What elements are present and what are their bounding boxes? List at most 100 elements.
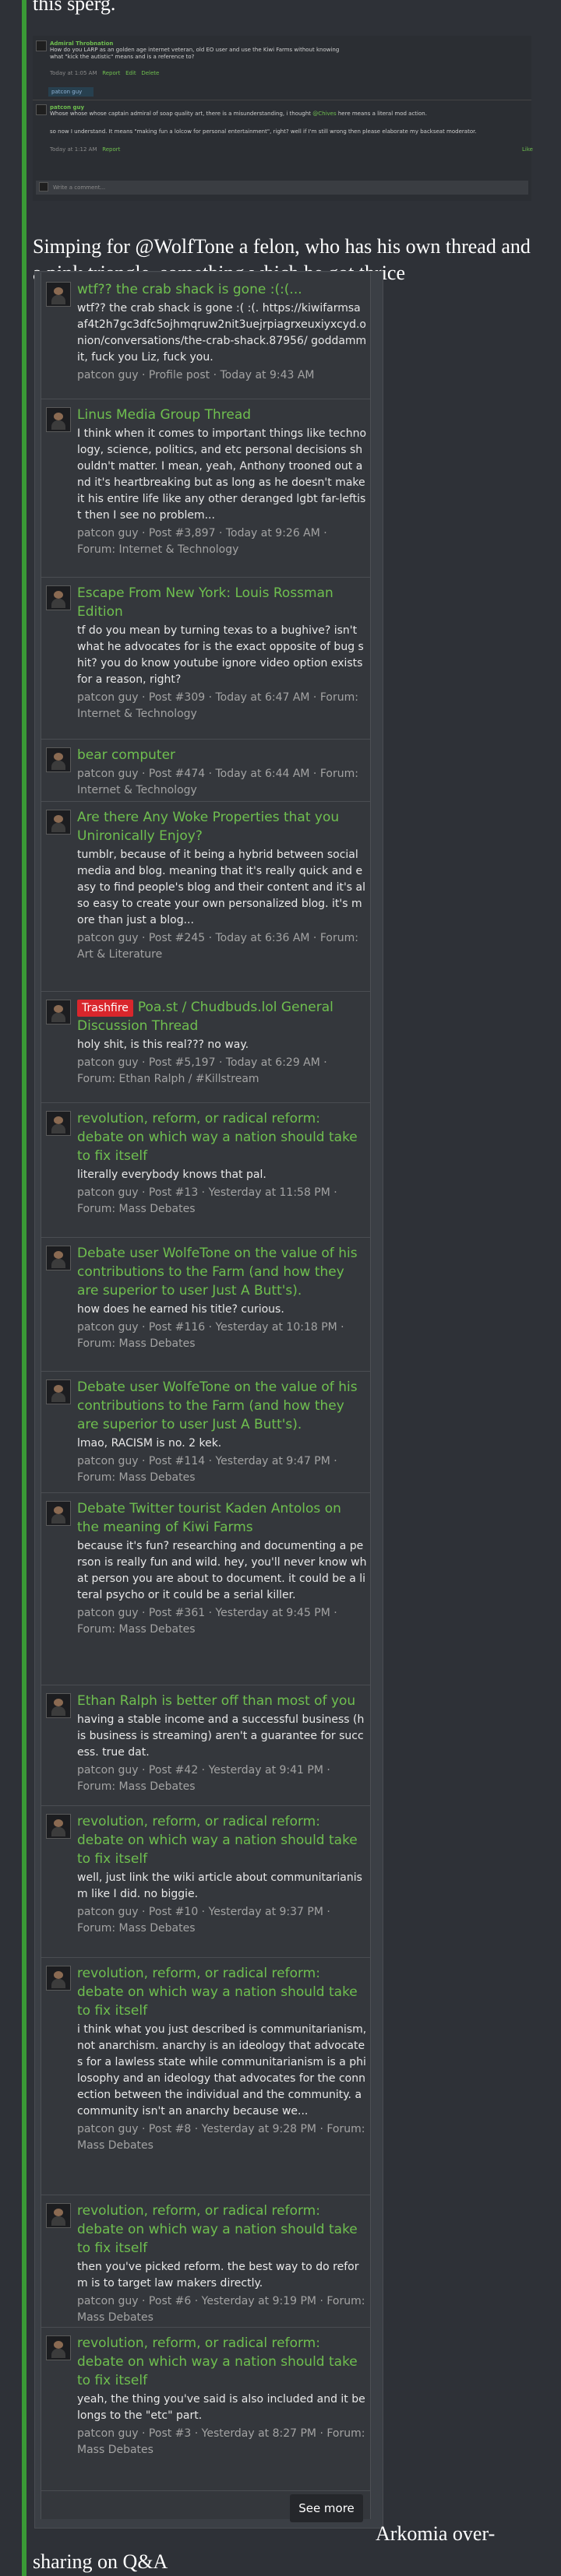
next-section-text: Arkomia over- [376,2522,496,2545]
avatar[interactable] [46,1246,71,1270]
result-title[interactable]: Debate user WolfeTone on the value of hi… [77,1378,367,1434]
result-title[interactable]: revolution, reform, or radical reform: d… [77,1964,367,2020]
search-result-item[interactable]: Debate Twitter tourist Kaden Antolos on … [41,1493,370,1685]
result-title[interactable]: revolution, reform, or radical reform: d… [77,2202,367,2258]
comment-input[interactable]: Write a comment... [36,181,528,195]
mention-tag[interactable]: patcon guy [48,87,94,97]
avatar [39,182,48,192]
result-title[interactable]: Debate user WolfeTone on the value of hi… [77,1244,367,1300]
delete-link[interactable]: Delete [141,70,159,76]
search-result-item[interactable]: Are there Any Woke Properties that you U… [41,802,370,992]
result-snippet: tumblr, because of it being a hybrid bet… [77,849,366,926]
result-snippet: how does he earned his title? curious. [77,1303,284,1316]
result-title-text[interactable]: Linus Media Group Thread [77,407,251,423]
avatar[interactable] [46,747,71,772]
search-result-item[interactable]: Debate user WolfeTone on the value of hi… [41,1372,370,1493]
avatar[interactable] [46,1693,71,1718]
result-body: bear computer patcon guy · Post #474 · To… [77,746,367,799]
result-body: revolution, reform, or radical reform: d… [77,2202,367,2326]
result-meta: patcon guy · Post #474 · Today at 6:44 A… [77,768,358,796]
result-title[interactable]: Are there Any Woke Properties that you U… [77,808,367,845]
result-title-text[interactable]: revolution, reform, or radical reform: d… [77,1814,358,1867]
post-author[interactable]: patcon guy [50,104,531,111]
embedded-thread: Admiral Throbnation How do you LARP as a… [33,36,533,201]
search-result-item[interactable]: revolution, reform, or radical reform: d… [41,1103,370,1238]
avatar[interactable] [46,1000,71,1024]
result-title-text[interactable]: Escape From New York: Louis Rossman Edit… [77,585,333,620]
result-meta: patcon guy · Post #5,197 · Today at 6:29… [77,1056,327,1085]
search-result-item[interactable]: Trashfire Poa.st / Chudbuds.lol General D… [41,992,370,1103]
avatar[interactable] [46,1379,71,1404]
quote-rail [22,0,26,2576]
result-title-text[interactable]: Debate user WolfeTone on the value of hi… [77,1379,358,1432]
search-result-item[interactable]: revolution, reform, or radical reform: d… [41,2195,370,2328]
result-title-text[interactable]: revolution, reform, or radical reform: d… [77,2203,358,2256]
result-meta: patcon guy · Post #8 · Yesterday at 9:28… [77,2123,365,2152]
avatar[interactable] [46,1814,71,1839]
mention-link[interactable]: @Chives [312,111,336,117]
report-link[interactable]: Report [102,70,120,76]
result-title[interactable]: Trashfire Poa.st / Chudbuds.lol General D… [77,998,367,1035]
avatar[interactable] [46,1501,71,1526]
result-body: revolution, reform, or radical reform: d… [77,1964,367,2154]
post-author[interactable]: Admiral Throbnation [50,40,531,47]
report-link[interactable]: Report [102,146,120,153]
search-result-item[interactable]: wtf?? the crab shack is gone :(:(... wtf?… [41,274,370,399]
result-meta: patcon guy · Post #114 · Yesterday at 9:… [77,1455,337,1484]
search-result-item[interactable]: revolution, reform, or radical reform: d… [41,2328,370,2491]
result-body: Debate user WolfeTone on the value of hi… [77,1244,367,1352]
result-title-text[interactable]: bear computer [77,747,175,763]
result-title[interactable]: revolution, reform, or radical reform: d… [77,1812,367,1868]
search-result-item[interactable]: Debate user WolfeTone on the value of hi… [41,1238,370,1372]
result-body: Are there Any Woke Properties that you U… [77,808,367,963]
result-title[interactable]: revolution, reform, or radical reform: d… [77,2334,367,2390]
result-snippet: wtf?? the crab shack is gone :( :(. http… [77,302,367,364]
result-meta: patcon guy · Post #116 · Yesterday at 10… [77,1321,344,1350]
avatar[interactable] [46,2335,71,2360]
result-title[interactable]: Debate Twitter tourist Kaden Antolos on … [77,1499,367,1537]
search-result-item[interactable]: bear computer patcon guy · Post #474 · To… [41,740,370,802]
result-snippet: lmao, RACISM is no. 2 kek. [77,1437,222,1450]
result-title-text[interactable]: revolution, reform, or radical reform: d… [77,1966,358,2019]
result-title[interactable]: bear computer [77,746,367,764]
avatar[interactable] [46,282,71,307]
result-title[interactable]: revolution, reform, or radical reform: d… [77,1109,367,1165]
post-text: Whose whose whose captain admiral of soa… [50,111,525,118]
result-title[interactable]: wtf?? the crab shack is gone :(:(... [77,280,367,299]
see-more-button[interactable]: See more [290,2494,363,2522]
avatar[interactable] [46,407,71,432]
result-title-text[interactable]: Are there Any Woke Properties that you U… [77,810,339,844]
result-title-text[interactable]: revolution, reform, or radical reform: d… [77,1111,358,1164]
result-title-text[interactable]: revolution, reform, or radical reform: d… [77,2335,358,2388]
search-result-item[interactable]: revolution, reform, or radical reform: d… [41,1958,370,2195]
comment-placeholder: Write a comment... [53,185,106,191]
like-link[interactable]: Like [522,146,533,153]
avatar[interactable] [46,810,71,835]
result-body: revolution, reform, or radical reform: d… [77,1109,367,1218]
prefix-badge: Trashfire [77,1000,133,1017]
result-body: Debate Twitter tourist Kaden Antolos on … [77,1499,367,1638]
result-snippet: holy shit, is this real??? no way. [77,1038,249,1051]
result-title[interactable]: Ethan Ralph is better off than most of y… [77,1692,367,1710]
result-body: Escape From New York: Louis Rossman Edit… [77,584,367,722]
result-title-text[interactable]: Ethan Ralph is better off than most of y… [77,1693,355,1709]
result-title-text[interactable]: Debate user WolfeTone on the value of hi… [77,1246,358,1299]
search-result-item[interactable]: Ethan Ralph is better off than most of y… [41,1685,370,1806]
result-title[interactable]: Linus Media Group Thread [77,406,367,424]
search-result-item[interactable]: Linus Media Group Thread I think when it … [41,399,370,578]
edit-link[interactable]: Edit [125,70,136,76]
avatar[interactable] [46,1111,71,1136]
result-body: Debate user WolfeTone on the value of hi… [77,1378,367,1486]
search-result-item[interactable]: revolution, reform, or radical reform: d… [41,1806,370,1958]
avatar[interactable] [46,1966,71,1991]
result-body: revolution, reform, or radical reform: d… [77,2334,367,2458]
search-result-item[interactable]: Escape From New York: Louis Rossman Edit… [41,578,370,740]
embedded-post: Admiral Throbnation How do you LARP as a… [33,40,531,76]
result-title-text[interactable]: wtf?? the crab shack is gone :(:(... [77,282,302,297]
avatar[interactable] [46,585,71,610]
result-title[interactable]: Escape From New York: Louis Rossman Edit… [77,584,367,621]
result-title-text[interactable]: Debate Twitter tourist Kaden Antolos on … [77,1501,341,1535]
avatar[interactable] [46,2203,71,2228]
result-meta: patcon guy · Post #13 · Yesterday at 11:… [77,1186,337,1215]
post-time: Today at 1:05 AM [50,70,97,76]
